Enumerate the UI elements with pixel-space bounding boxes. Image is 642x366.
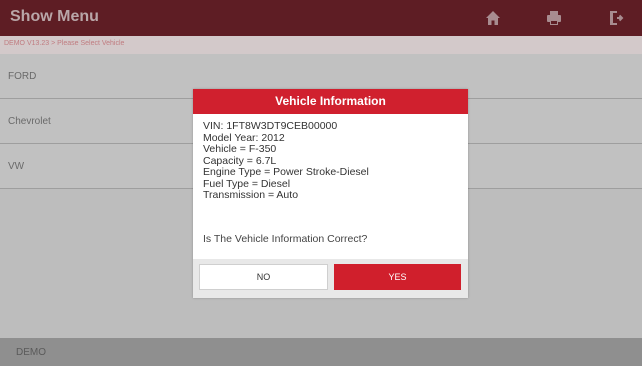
- breadcrumb-bar: DEMO V13.23 > Please Select Vehicle: [0, 36, 642, 54]
- dialog-title: Vehicle Information: [193, 89, 468, 114]
- no-button[interactable]: NO: [199, 264, 328, 290]
- dialog-button-bar: NO YES: [193, 259, 468, 298]
- footer-bar: DEMO: [0, 338, 642, 366]
- list-item-label: FORD: [8, 71, 37, 82]
- engine-type-line: Engine Type = Power Stroke-Diesel: [203, 166, 369, 178]
- exit-icon[interactable]: [607, 8, 627, 28]
- list-item-label: Chevrolet: [8, 116, 51, 127]
- list-item-label: VW: [8, 161, 25, 172]
- vehicle-line: Vehicle = F-350: [203, 143, 277, 155]
- page-title: Show Menu: [10, 8, 99, 25]
- dialog-body: VIN: 1FT8W3DT9CEB00000 Model Year: 2012 …: [193, 114, 468, 202]
- print-icon[interactable]: [544, 8, 564, 28]
- footer-label: DEMO: [16, 347, 46, 358]
- yes-button[interactable]: YES: [334, 264, 461, 290]
- breadcrumb: DEMO V13.23 > Please Select Vehicle: [4, 40, 125, 47]
- dialog-question: Is The Vehicle Information Correct?: [203, 233, 368, 245]
- app-header: Show Menu: [0, 0, 642, 36]
- transmission-line: Transmission = Auto: [203, 189, 299, 201]
- vehicle-info-dialog: Vehicle Information VIN: 1FT8W3DT9CEB000…: [193, 89, 468, 298]
- home-icon[interactable]: [483, 8, 503, 28]
- vin-line: VIN: 1FT8W3DT9CEB00000: [203, 120, 338, 132]
